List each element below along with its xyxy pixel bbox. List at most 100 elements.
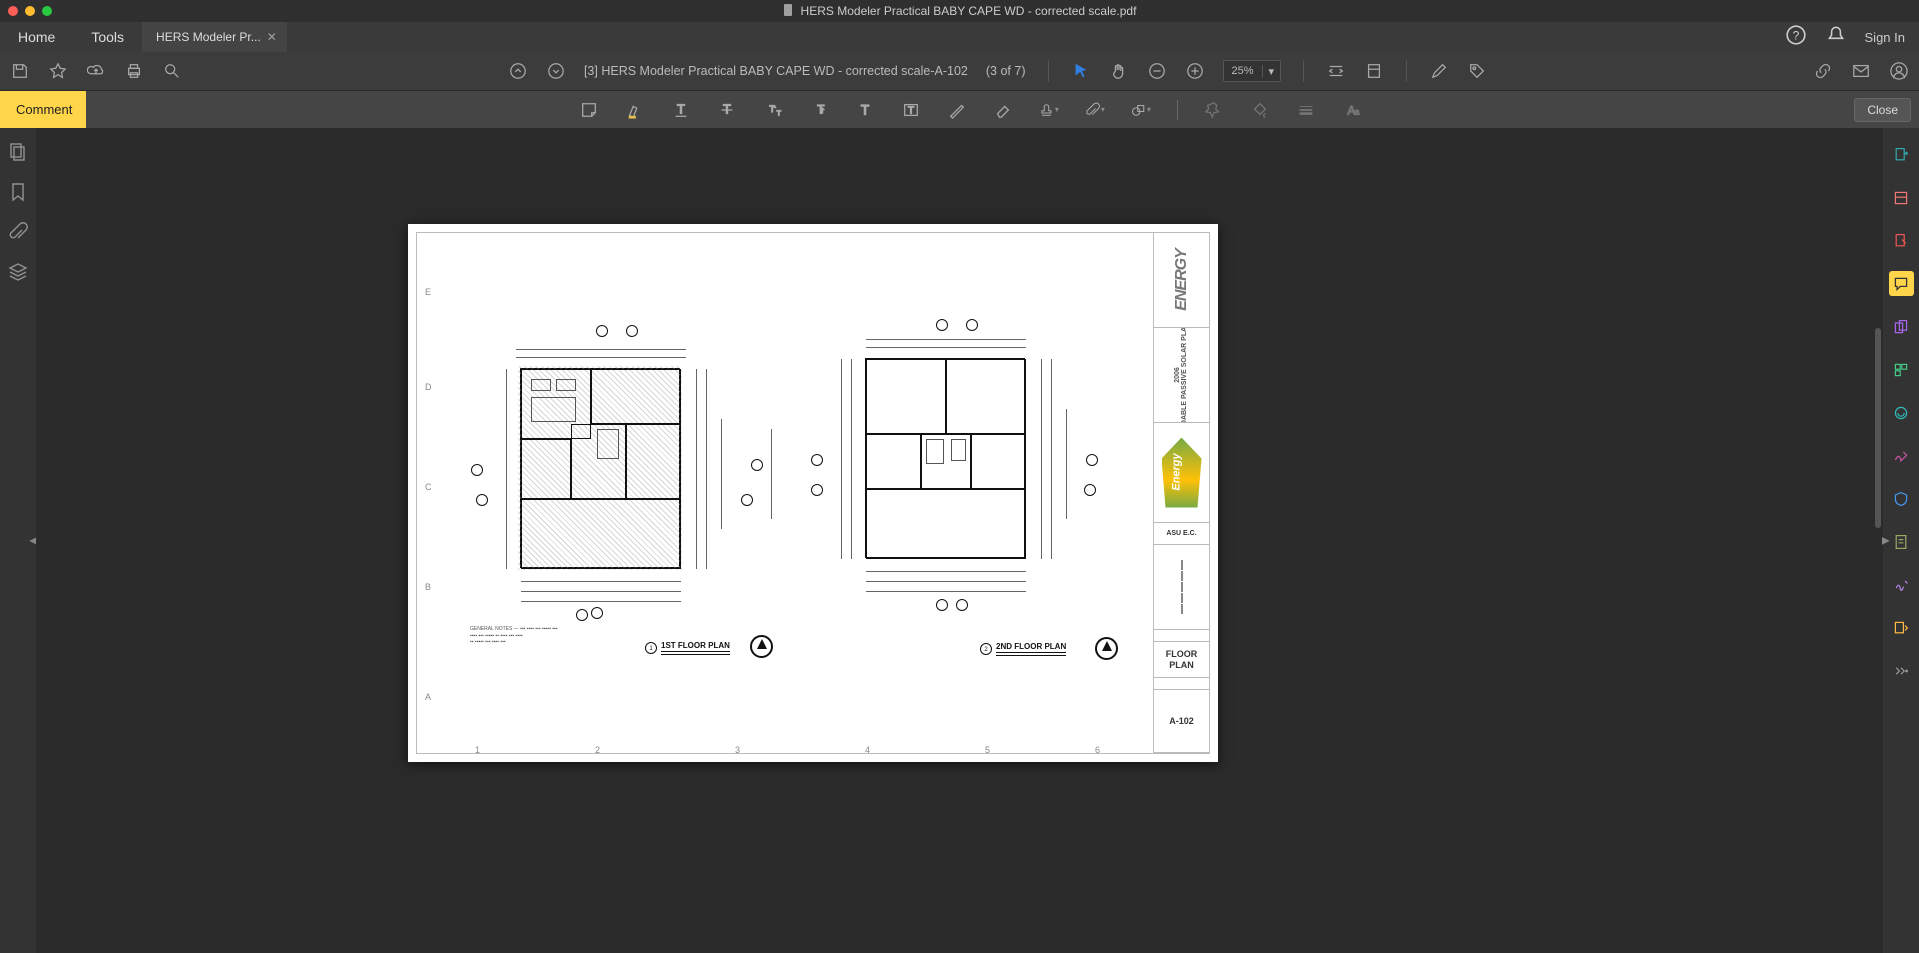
svg-text:a: a xyxy=(1355,107,1360,116)
fit-page-icon[interactable] xyxy=(1364,61,1384,81)
comment-toolbar: Comment T T TT T T T ▾ ▾ ▾ Aa Close xyxy=(0,90,1919,128)
chevron-down-icon: ▾ xyxy=(1262,65,1281,78)
page-up-icon[interactable] xyxy=(508,61,528,81)
highlight-icon[interactable] xyxy=(625,100,645,120)
selection-cursor-icon[interactable] xyxy=(1071,61,1091,81)
combine-files-tool-icon[interactable] xyxy=(1889,314,1914,339)
logo-text: ENERGY xyxy=(1173,249,1191,311)
fill-color-icon[interactable] xyxy=(1250,100,1270,120)
tag-icon[interactable] xyxy=(1467,61,1487,81)
cloud-upload-icon[interactable] xyxy=(86,61,106,81)
right-sidebar: ▶ xyxy=(1883,128,1919,953)
first-floor-title: 1ST FLOOR PLAN xyxy=(661,641,730,652)
eraser-icon[interactable] xyxy=(993,100,1013,120)
scrollbar-thumb[interactable] xyxy=(1875,328,1881,528)
redact-tool-icon[interactable] xyxy=(1889,400,1914,425)
pin-icon[interactable] xyxy=(1204,100,1224,120)
prepare-form-tool-icon[interactable] xyxy=(1889,529,1914,554)
attach-file-icon[interactable]: ▾ xyxy=(1085,100,1105,120)
replace-text-icon[interactable]: TT xyxy=(763,100,783,120)
nav-home[interactable]: Home xyxy=(0,22,73,52)
sheet-number: A-102 xyxy=(1169,716,1194,726)
bookmarks-panel-icon[interactable] xyxy=(8,182,28,202)
shape-tools-icon[interactable]: ▾ xyxy=(1131,100,1151,120)
fit-width-icon[interactable] xyxy=(1326,61,1346,81)
grid-col-1: 1 xyxy=(475,746,480,755)
hand-pan-icon[interactable] xyxy=(1109,61,1129,81)
create-pdf-tool-icon[interactable] xyxy=(1889,185,1914,210)
more-tools-icon[interactable] xyxy=(1889,658,1914,683)
organize-pages-tool-icon[interactable] xyxy=(1889,357,1914,382)
north-arrow-1 xyxy=(750,635,773,658)
grid-col-5: 5 xyxy=(985,746,990,755)
svg-text:T: T xyxy=(817,103,824,116)
stamp-icon[interactable]: ▾ xyxy=(1039,100,1059,120)
org-label: ASU E.C. xyxy=(1166,530,1196,537)
comment-mode-label: Comment xyxy=(0,91,86,128)
layers-panel-icon[interactable] xyxy=(8,262,28,282)
main-toolbar: [3] HERS Modeler Practical BABY CAPE WD … xyxy=(0,52,1919,90)
title-block: ENERGY 2006AFFORDABLE PASSIVE SOLAR PLAN… xyxy=(1153,233,1209,753)
zoom-level-select[interactable]: 25% ▾ xyxy=(1223,60,1282,82)
energy-badge: Energy xyxy=(1162,438,1202,508)
tab-close-icon[interactable]: ✕ xyxy=(267,30,277,44)
insert-text-icon[interactable]: T xyxy=(809,100,829,120)
svg-text:T: T xyxy=(776,108,781,117)
help-icon[interactable]: ? xyxy=(1785,24,1807,51)
page-down-icon[interactable] xyxy=(546,61,566,81)
draw-freehand-icon[interactable] xyxy=(947,100,967,120)
window-title: HERS Modeler Practical BABY CAPE WD - co… xyxy=(0,4,1919,19)
font-style-icon[interactable]: Aa xyxy=(1342,100,1362,120)
revision-grid xyxy=(1178,557,1186,617)
sheet-title: FLOOR PLAN xyxy=(1154,649,1209,671)
pdf-file-icon xyxy=(783,4,795,19)
signature-tool-icon[interactable] xyxy=(1889,572,1914,597)
star-icon[interactable] xyxy=(48,61,68,81)
nav-tools[interactable]: Tools xyxy=(73,22,142,52)
edit-pdf-tool-icon[interactable] xyxy=(1889,228,1914,253)
line-weight-icon[interactable] xyxy=(1296,100,1316,120)
pencil-annotate-icon[interactable] xyxy=(1429,61,1449,81)
account-avatar-icon[interactable] xyxy=(1889,61,1909,81)
close-comment-button[interactable]: Close xyxy=(1854,98,1911,122)
svg-text:T: T xyxy=(769,103,775,113)
protect-tool-icon[interactable] xyxy=(1889,486,1914,511)
search-icon[interactable] xyxy=(162,61,182,81)
thumbnails-panel-icon[interactable] xyxy=(8,142,28,162)
document-tab-label: HERS Modeler Pr... xyxy=(156,30,261,44)
textbox-icon[interactable]: T xyxy=(901,100,921,120)
left-sidebar: ◀ xyxy=(0,128,36,953)
grid-row-d: D xyxy=(425,383,432,392)
print-icon[interactable] xyxy=(124,61,144,81)
text-strikethrough-icon[interactable]: T xyxy=(717,100,737,120)
share-link-icon[interactable] xyxy=(1813,61,1833,81)
zoom-in-icon[interactable] xyxy=(1185,61,1205,81)
text-underline-icon[interactable]: T xyxy=(671,100,691,120)
grid-col-4: 4 xyxy=(865,746,870,755)
second-floor-title: 2ND FLOOR PLAN xyxy=(996,642,1066,653)
sticky-note-icon[interactable] xyxy=(579,100,599,120)
plan-key-2: 2 xyxy=(980,643,992,655)
add-text-icon[interactable]: T xyxy=(855,100,875,120)
document-tab[interactable]: HERS Modeler Pr... ✕ xyxy=(142,22,287,52)
page-count-label: (3 of 7) xyxy=(986,64,1026,78)
second-floor-plan xyxy=(865,358,1025,558)
page-view: E D C B A 1 2 3 4 5 6 xyxy=(408,224,1218,762)
sign-in-button[interactable]: Sign In xyxy=(1865,30,1905,45)
document-name-label: [3] HERS Modeler Practical BABY CAPE WD … xyxy=(584,64,968,78)
save-icon[interactable] xyxy=(10,61,30,81)
email-icon[interactable] xyxy=(1851,61,1871,81)
compare-tool-icon[interactable] xyxy=(1889,615,1914,640)
notification-bell-icon[interactable] xyxy=(1825,24,1847,51)
document-canvas[interactable]: E D C B A 1 2 3 4 5 6 xyxy=(36,128,1883,953)
grid-col-2: 2 xyxy=(595,746,600,755)
fill-sign-tool-icon[interactable] xyxy=(1889,443,1914,468)
window-titlebar: HERS Modeler Practical BABY CAPE WD - co… xyxy=(0,0,1919,22)
zoom-level-value: 25% xyxy=(1224,65,1262,77)
attachments-panel-icon[interactable] xyxy=(8,222,28,242)
zoom-out-icon[interactable] xyxy=(1147,61,1167,81)
right-collapse-icon[interactable]: ▶ xyxy=(1882,535,1890,546)
comment-tool-icon[interactable] xyxy=(1889,271,1914,296)
export-pdf-tool-icon[interactable] xyxy=(1889,142,1914,167)
grid-row-c: C xyxy=(425,483,432,492)
